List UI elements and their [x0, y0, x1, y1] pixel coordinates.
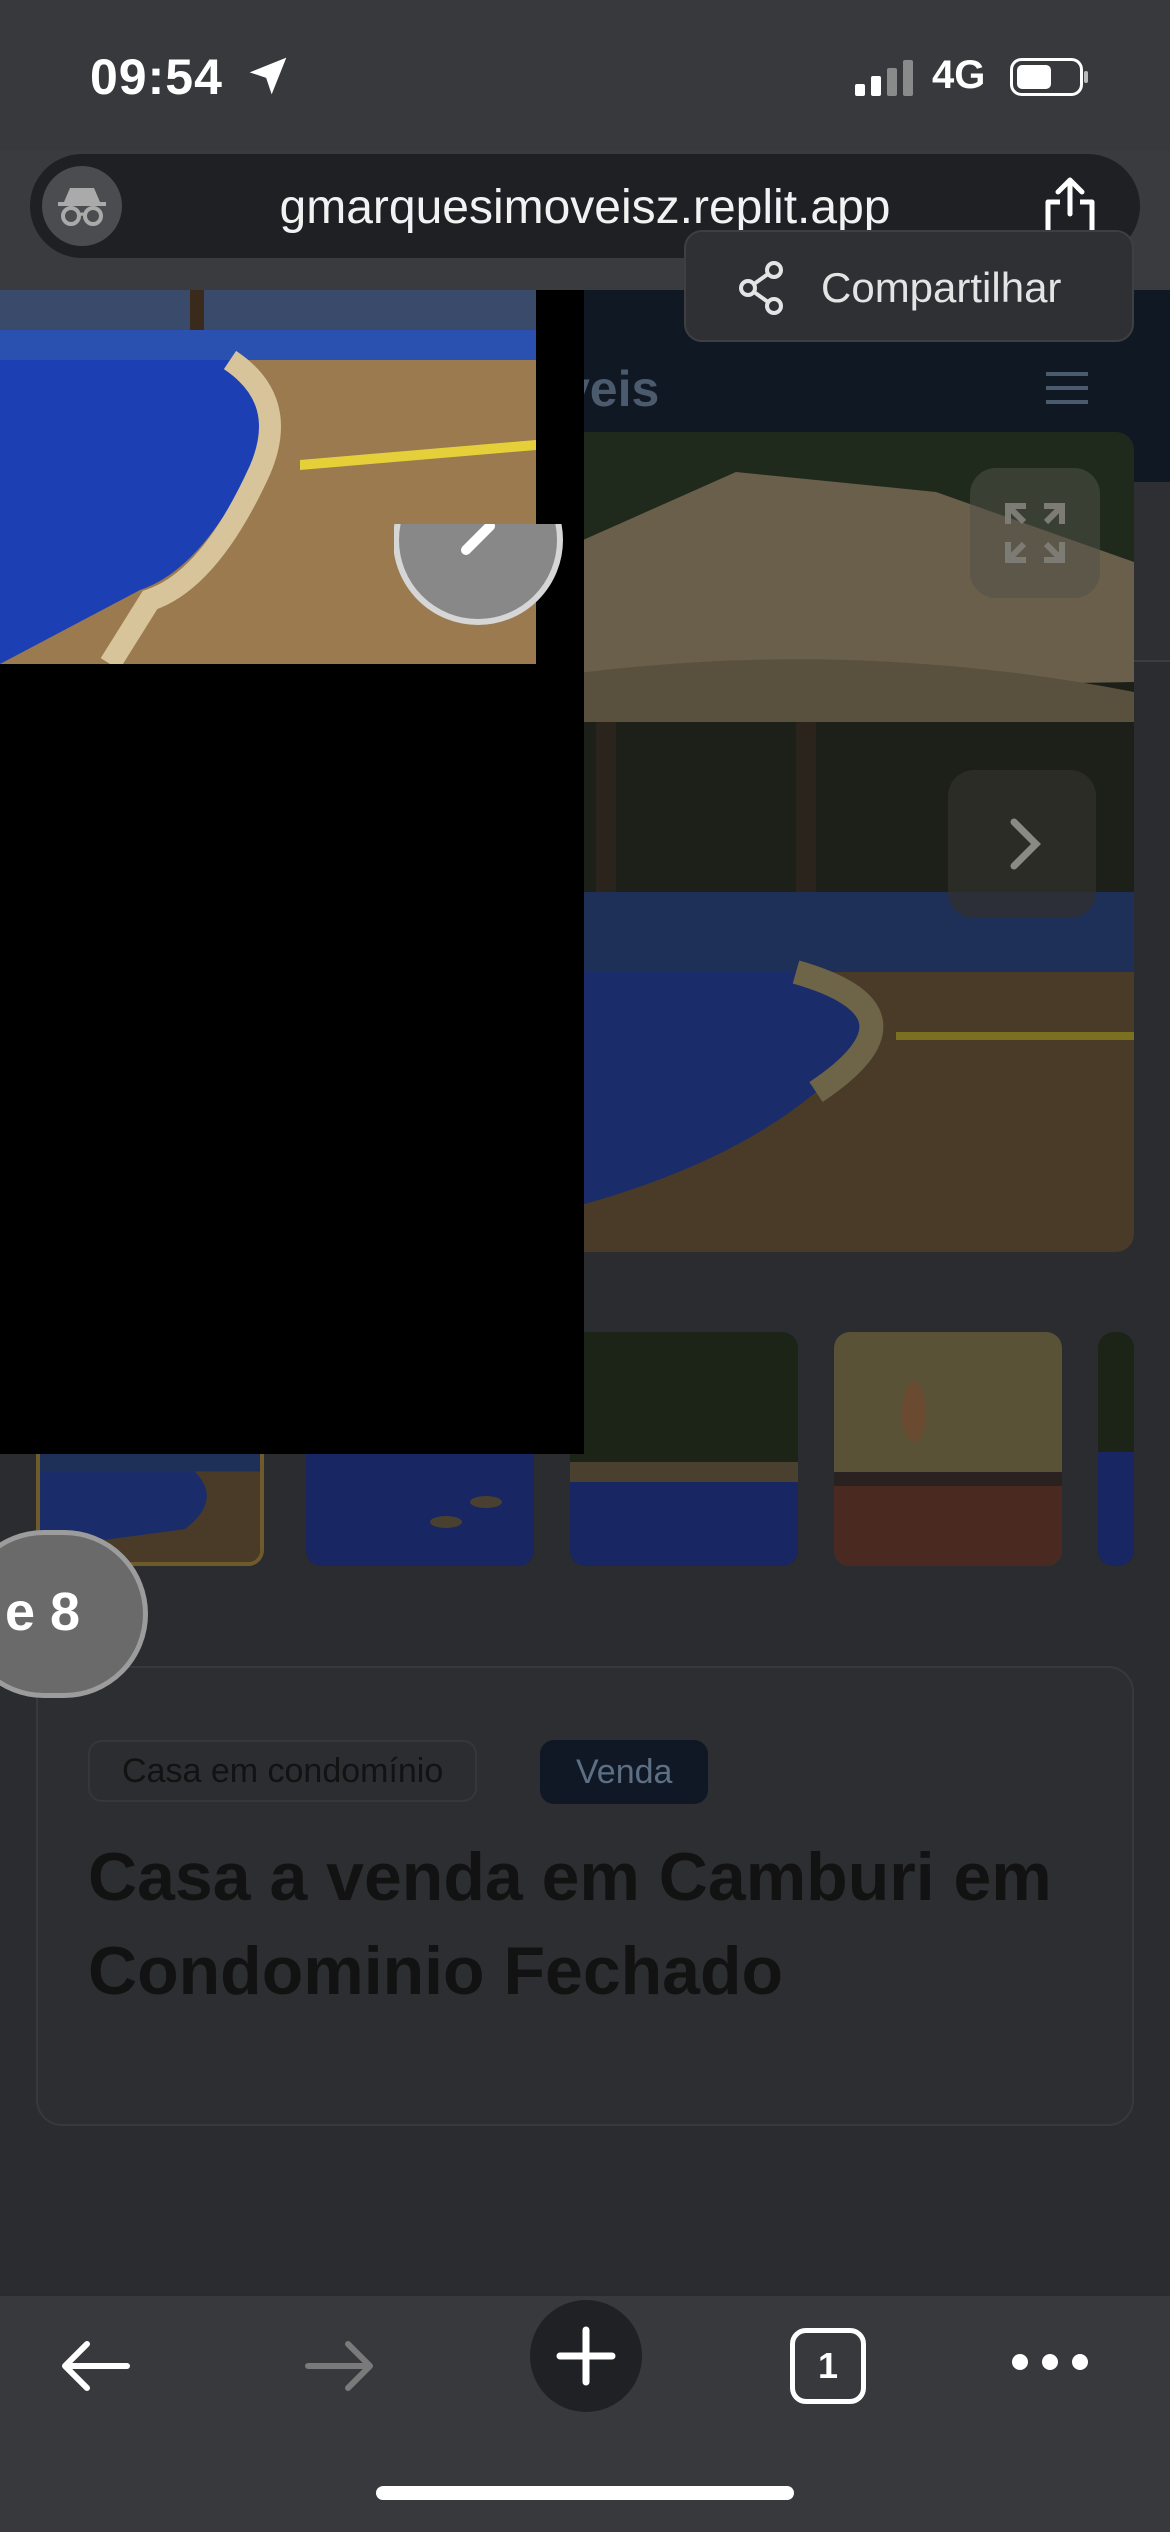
- thumbnail-4[interactable]: [834, 1332, 1062, 1566]
- share-label: Compartilhar: [821, 264, 1062, 311]
- photo-viewer-overlay: e 8: [0, 290, 584, 1698]
- forward-arrow-icon[interactable]: [300, 2336, 380, 2396]
- more-icon[interactable]: [1010, 2350, 1090, 2374]
- network-label: 4G: [932, 53, 986, 97]
- menu-icon[interactable]: [1046, 370, 1088, 406]
- url-text[interactable]: gmarquesimoveisz.replit.app: [30, 180, 1140, 235]
- back-arrow-icon[interactable]: [55, 2336, 135, 2396]
- chevron-right-icon: [1010, 818, 1041, 870]
- next-photo-button[interactable]: [948, 770, 1096, 918]
- listing-title: Casa a venda em Camburi em Condominio Fe…: [88, 1839, 1052, 2009]
- sale-status-badge: Venda: [540, 1740, 709, 1804]
- plus-icon: [556, 2326, 616, 2386]
- property-type-badge: Casa em condomínio: [88, 1740, 478, 1802]
- expand-icon: [1005, 503, 1065, 563]
- thumbnail-5[interactable]: [1098, 1332, 1134, 1566]
- thumbnail-3[interactable]: [570, 1332, 798, 1566]
- photo-counter-text: e 8: [5, 1582, 81, 1642]
- share-icon[interactable]: [1040, 176, 1100, 238]
- tab-switcher-button[interactable]: 1: [790, 2328, 866, 2404]
- home-indicator[interactable]: [376, 2486, 794, 2500]
- location-arrow-icon: [249, 57, 287, 95]
- fullscreen-button[interactable]: [970, 468, 1100, 598]
- battery-icon: [1010, 58, 1088, 96]
- status-time: 09:54: [90, 49, 223, 105]
- share-button[interactable]: Compartilhar: [684, 230, 1134, 342]
- signal-icon: [855, 60, 913, 96]
- close-viewer-button[interactable]: [394, 524, 564, 666]
- new-tab-button[interactable]: [530, 2300, 642, 2412]
- share-nodes-icon: [739, 261, 783, 315]
